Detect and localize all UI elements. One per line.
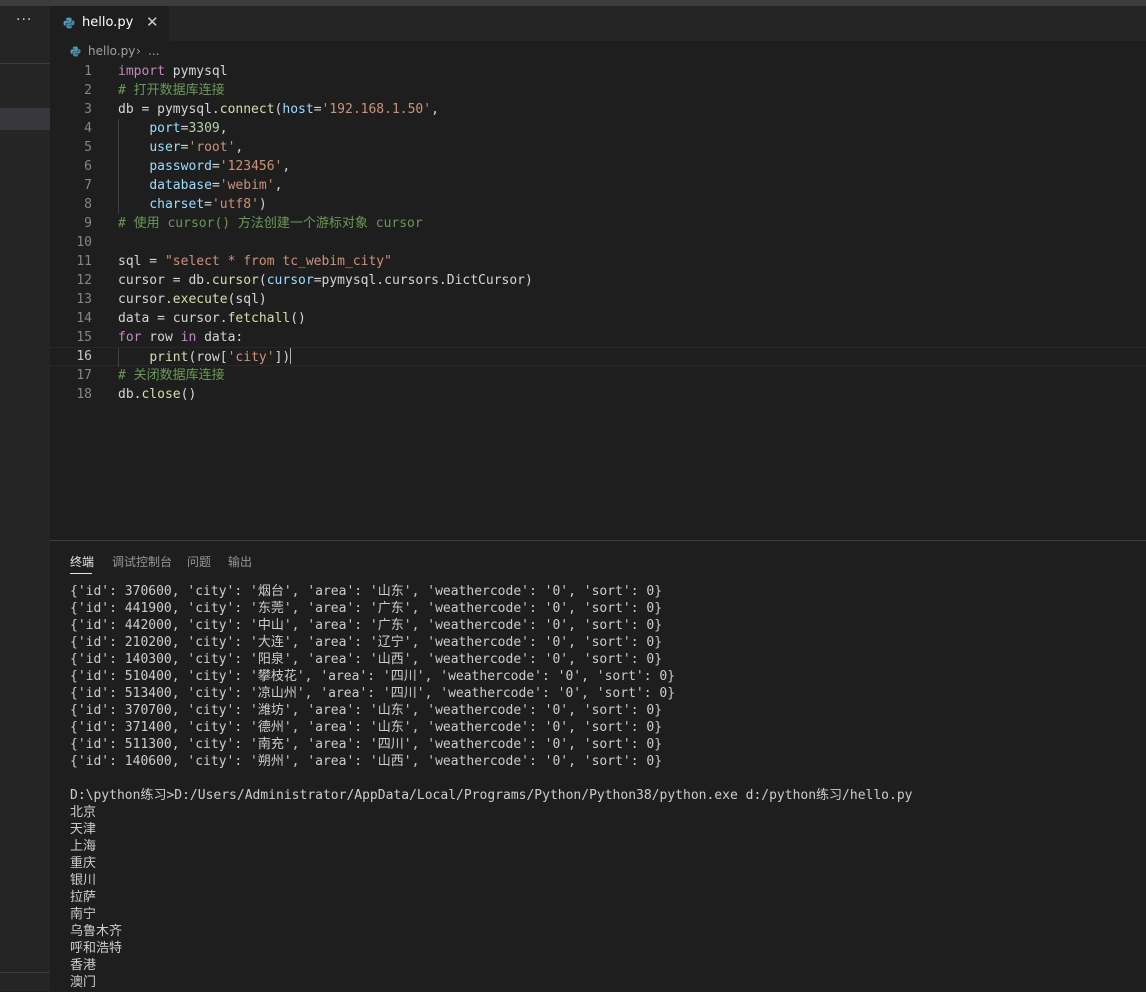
- code-line[interactable]: 4 port=3309,: [50, 119, 1146, 138]
- code-text: sql = "select * from tc_webim_city": [118, 254, 392, 269]
- editor-tab-bar: hello.py ✕: [50, 6, 1146, 41]
- active-tab-underline: [70, 573, 92, 574]
- tab-hello-py[interactable]: hello.py ✕: [50, 6, 169, 41]
- line-number: 17: [76, 368, 92, 383]
- code-line[interactable]: 2 # 打开数据库连接: [50, 81, 1146, 100]
- code-text: password='123456',: [149, 159, 291, 174]
- breadcrumb-symbols[interactable]: ...: [148, 44, 159, 58]
- line-number: 3: [84, 102, 92, 117]
- terminal-line: {'id': 371400, 'city': '德州', 'area': '山东…: [70, 720, 663, 735]
- line-number: 14: [76, 311, 92, 326]
- terminal-line: {'id': 140300, 'city': '阳泉', 'area': '山西…: [70, 652, 663, 667]
- code-line[interactable]: 3 db = pymysql.connect(host='192.168.1.50…: [50, 100, 1146, 119]
- terminal-line: {'id': 370700, 'city': '潍坊', 'area': '山东…: [70, 703, 663, 718]
- terminal-line: 拉萨: [70, 890, 97, 905]
- line-number: 13: [76, 292, 92, 307]
- terminal-line: 上海: [70, 839, 97, 854]
- tab-terminal[interactable]: 终端: [70, 553, 94, 570]
- code-line[interactable]: 16 print(row['city']): [50, 347, 1146, 367]
- terminal-line: {'id': 210200, 'city': '大连', 'area': '辽宁…: [70, 635, 663, 650]
- terminal-line: {'id': 513400, 'city': '凉山州', 'area': '四…: [70, 686, 676, 701]
- line-number: 15: [76, 330, 92, 345]
- code-line[interactable]: 9 # 使用 cursor() 方法创建一个游标对象 cursor: [50, 214, 1146, 233]
- terminal-line: 乌鲁木齐: [70, 924, 123, 939]
- line-number: 18: [76, 387, 92, 402]
- terminal-line: 北京: [70, 805, 97, 820]
- code-text: port=3309,: [149, 121, 228, 136]
- line-number: 7: [84, 178, 92, 193]
- terminal-line: {'id': 442000, 'city': '中山', 'area': '广东…: [70, 618, 663, 633]
- terminal-line: 香港: [70, 958, 97, 973]
- code-text: database='webim',: [149, 178, 283, 193]
- tab-debug-console[interactable]: 调试控制台: [112, 553, 172, 570]
- terminal-line: D:\python练习>D:/Users/Administrator/AppDa…: [70, 788, 913, 803]
- sidebar-divider: [0, 63, 50, 64]
- terminal-line: {'id': 441900, 'city': '东莞', 'area': '广东…: [70, 601, 663, 616]
- code-line[interactable]: 13 cursor.execute(sql): [50, 290, 1146, 309]
- terminal-line: 天津: [70, 822, 97, 837]
- code-text: cursor.execute(sql): [118, 292, 267, 307]
- line-number: 4: [84, 121, 92, 136]
- sidebar-selected-item[interactable]: [0, 108, 50, 130]
- terminal-line: {'id': 370600, 'city': '烟台', 'area': '山东…: [70, 584, 663, 599]
- terminal-line: 呼和浩特: [70, 941, 123, 956]
- code-editor[interactable]: 1 import pymysql 2 # 打开数据库连接 3 db = pymysql.c…: [50, 62, 1146, 540]
- bottom-panel: 终端 调试控制台 问题 输出 {'id': 370600, 'city': '烟…: [50, 540, 1146, 992]
- terminal-line: {'id': 511300, 'city': '南充', 'area': '四川…: [70, 737, 663, 752]
- code-line[interactable]: 6 password='123456',: [50, 157, 1146, 176]
- code-line[interactable]: 18 db.close(): [50, 385, 1146, 404]
- code-text: # 关闭数据库连接: [118, 368, 225, 383]
- code-line[interactable]: 17 # 关闭数据库连接: [50, 366, 1146, 385]
- terminal-line: {'id': 140600, 'city': '朔州', 'area': '山西…: [70, 754, 663, 769]
- terminal-line: 重庆: [70, 856, 97, 871]
- line-number: 8: [84, 197, 92, 212]
- more-actions-icon[interactable]: ···: [16, 12, 32, 28]
- tab-output[interactable]: 输出: [228, 553, 252, 570]
- terminal-line: 银川: [70, 873, 97, 888]
- code-text: charset='utf8'): [149, 197, 267, 212]
- code-line[interactable]: 5 user='root',: [50, 138, 1146, 157]
- line-number: 6: [84, 159, 92, 174]
- line-number: 11: [76, 254, 92, 269]
- code-line[interactable]: 8 charset='utf8'): [50, 195, 1146, 214]
- terminal-line: 南宁: [70, 907, 97, 922]
- code-line[interactable]: 15 for row in data:: [50, 328, 1146, 347]
- code-text: # 打开数据库连接: [118, 83, 225, 98]
- code-line[interactable]: 1 import pymysql: [50, 62, 1146, 81]
- terminal-line: {'id': 510400, 'city': '攀枝花', 'area': '四…: [70, 669, 676, 684]
- code-line[interactable]: 11 sql = "select * from tc_webim_city": [50, 252, 1146, 271]
- sidebar-divider: [0, 972, 50, 973]
- code-text: # 使用 cursor() 方法创建一个游标对象 cursor: [118, 216, 423, 231]
- line-number: 5: [84, 140, 92, 155]
- code-text: db.close(): [118, 387, 197, 402]
- line-number: 10: [76, 235, 92, 250]
- breadcrumb-separator: ›: [136, 44, 141, 58]
- code-line[interactable]: 12 cursor = db.cursor(cursor=pymysql.curs…: [50, 271, 1146, 290]
- code-line[interactable]: 10: [50, 233, 1146, 252]
- python-file-icon: [70, 46, 81, 57]
- code-line[interactable]: 7 database='webim',: [50, 176, 1146, 195]
- close-icon[interactable]: ✕: [146, 13, 159, 31]
- code-text: print(row['city']): [149, 348, 292, 365]
- line-number: 16: [76, 349, 92, 364]
- text-cursor: [290, 348, 292, 364]
- line-number: 1: [84, 64, 92, 79]
- line-number: 2: [84, 83, 92, 98]
- code-text: user='root',: [149, 140, 244, 155]
- tab-problems[interactable]: 问题: [187, 553, 211, 570]
- code-text: cursor = db.cursor(cursor=pymysql.cursor…: [118, 273, 533, 288]
- line-number: 12: [76, 273, 92, 288]
- breadcrumb-file[interactable]: hello.py: [88, 44, 135, 58]
- tab-label: hello.py: [82, 15, 134, 30]
- line-number: 9: [84, 216, 92, 231]
- sidebar: ···: [0, 6, 50, 991]
- code-text: data = cursor.fetchall(): [118, 311, 306, 326]
- terminal-line: 澳门: [70, 975, 97, 990]
- code-text: db = pymysql.connect(host='192.168.1.50'…: [118, 102, 439, 117]
- code-line[interactable]: 14 data = cursor.fetchall(): [50, 309, 1146, 328]
- code-text: import pymysql: [118, 64, 228, 79]
- python-file-icon: [63, 17, 75, 29]
- code-text: for row in data:: [118, 330, 244, 345]
